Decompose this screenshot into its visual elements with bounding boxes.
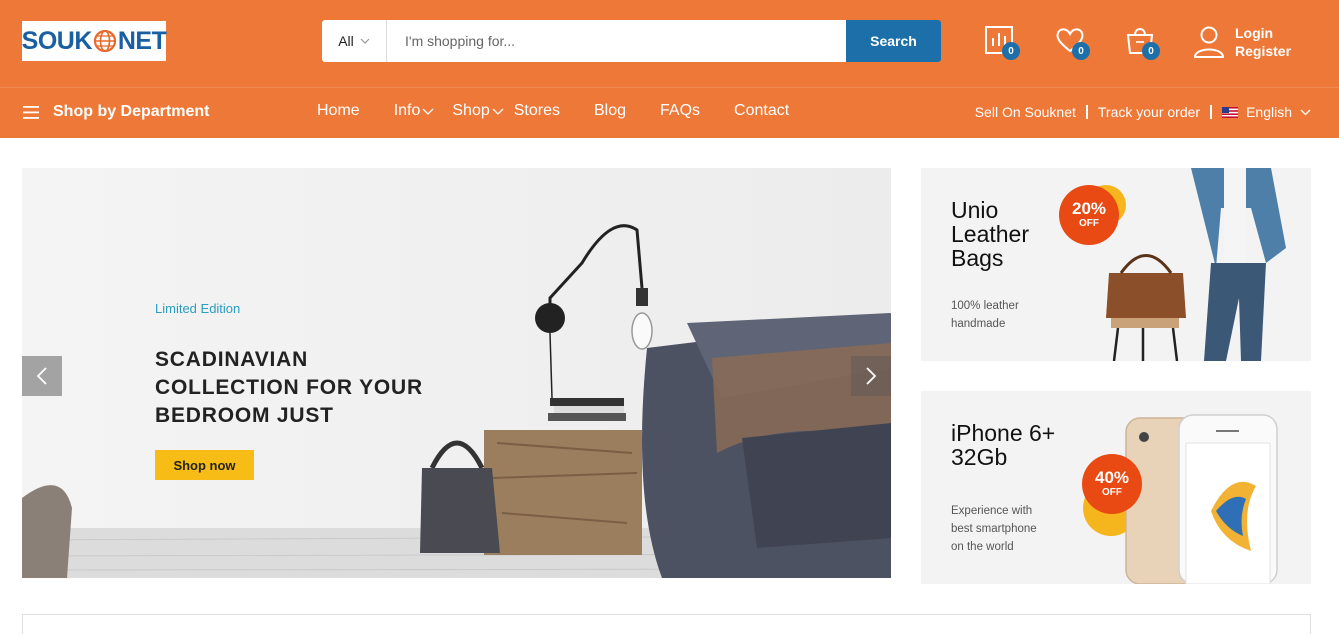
cart-count-badge: 0 xyxy=(1142,42,1160,60)
hero-title-line: SCADINAVIAN xyxy=(155,348,309,371)
utility-links: Sell On Souknet Track your order English xyxy=(975,104,1311,120)
banner-title-line: Unio xyxy=(951,197,999,223)
chevron-left-icon xyxy=(36,367,47,385)
content-section-frame xyxy=(22,614,1311,634)
banner-title: Unio Leather Bags xyxy=(951,198,1029,270)
banner-subtitle-line: on the world xyxy=(951,541,1014,553)
hero-title-line: BEDROOM JUST xyxy=(155,404,334,427)
nav-contact-label: Contact xyxy=(734,102,790,119)
discount-off: OFF xyxy=(1102,487,1122,498)
language-select[interactable]: English xyxy=(1246,104,1292,120)
department-label: Shop by Department xyxy=(53,103,210,120)
globe-icon xyxy=(93,29,116,53)
banner-subtitle-line: Experience with xyxy=(951,505,1033,517)
hero-image xyxy=(22,168,891,578)
compare-button[interactable]: 0 xyxy=(984,24,1020,60)
user-icon xyxy=(1193,26,1225,58)
banner-title-line: Bags xyxy=(951,245,1004,271)
nav-blog-label: Blog xyxy=(594,102,627,119)
search-category-label: All xyxy=(338,33,354,49)
nav-blog[interactable]: Blog xyxy=(594,102,626,120)
account-links: Login Register xyxy=(1193,24,1291,60)
site-logo[interactable]: SOUK NET xyxy=(21,21,167,61)
register-link[interactable]: Register xyxy=(1235,42,1291,60)
slider-next-button[interactable] xyxy=(851,356,891,396)
nav-shop[interactable]: Shop xyxy=(452,102,504,120)
chevron-down-icon xyxy=(1300,109,1311,115)
wishlist-button[interactable]: 0 xyxy=(1054,24,1090,60)
chevron-right-icon xyxy=(866,367,877,385)
nav-info-label: Info xyxy=(393,102,421,119)
banner-subtitle-line: 100% leather xyxy=(951,300,1019,312)
discount-badge: 40% OFF xyxy=(1082,454,1142,514)
discount-badge: 20% OFF xyxy=(1059,185,1119,245)
shop-by-department-button[interactable]: Shop by Department xyxy=(23,103,209,121)
nav-stores[interactable]: Stores xyxy=(514,102,560,120)
search-bar: All Search xyxy=(322,20,941,62)
nav-contact[interactable]: Contact xyxy=(734,102,789,120)
search-category-select[interactable]: All xyxy=(322,20,387,62)
hero-title: SCADINAVIAN COLLECTION FOR YOUR BEDROOM … xyxy=(155,346,423,430)
divider xyxy=(1085,105,1088,119)
chevron-down-icon xyxy=(360,38,370,44)
sell-link[interactable]: Sell On Souknet xyxy=(975,104,1076,120)
chevron-down-icon xyxy=(492,108,504,115)
hamburger-icon xyxy=(23,105,39,119)
banner-subtitle-line: handmade xyxy=(951,318,1006,330)
banner-title-line: iPhone 6+ xyxy=(951,420,1056,446)
compare-count-badge: 0 xyxy=(1002,42,1020,60)
hero-tag: Limited Edition xyxy=(155,301,241,316)
nav-info[interactable]: Info xyxy=(394,102,435,120)
divider xyxy=(1210,105,1213,119)
wishlist-count-badge: 0 xyxy=(1072,42,1090,60)
track-order-link[interactable]: Track your order xyxy=(1098,104,1200,120)
main-menu: Home Info Shop Stores Blog FAQs Contact xyxy=(317,102,823,120)
nav-home-label: Home xyxy=(317,102,360,119)
nav-home[interactable]: Home xyxy=(317,102,360,120)
nav-faqs[interactable]: FAQs xyxy=(660,102,700,120)
logo-text-right: NET xyxy=(117,26,167,55)
shop-now-button[interactable]: Shop now xyxy=(155,450,254,480)
logo-text-left: SOUK xyxy=(21,26,93,55)
us-flag-icon xyxy=(1222,106,1239,118)
nav-shop-label: Shop xyxy=(452,102,490,119)
banner-subtitle: Experience with best smartphone on the w… xyxy=(951,502,1037,556)
nav-faqs-label: FAQs xyxy=(660,102,701,119)
discount-percent: 20% xyxy=(1071,199,1107,218)
nav-stores-label: Stores xyxy=(513,102,560,119)
slider-prev-button[interactable] xyxy=(22,356,62,396)
search-button[interactable]: Search xyxy=(846,20,941,62)
promo-banner-bags[interactable]: Unio Leather Bags 100% leather handmade … xyxy=(921,168,1311,361)
search-input[interactable] xyxy=(387,20,846,62)
cart-button[interactable]: 0 xyxy=(1124,24,1160,60)
banner-title-line: Leather xyxy=(951,221,1030,247)
discount-off: OFF xyxy=(1079,218,1099,229)
promo-banner-iphone[interactable]: iPhone 6+ 32Gb Experience with best smar… xyxy=(921,391,1311,584)
banner-title: iPhone 6+ 32Gb xyxy=(951,421,1055,469)
banner-subtitle-line: best smartphone xyxy=(951,523,1037,535)
banner-title-line: 32Gb xyxy=(951,444,1008,470)
hero-title-line: COLLECTION FOR YOUR xyxy=(155,376,423,399)
chevron-down-icon xyxy=(422,108,434,115)
hero-slider: Limited Edition SCADINAVIAN COLLECTION F… xyxy=(22,168,891,578)
login-link[interactable]: Login xyxy=(1235,24,1291,42)
banner-subtitle: 100% leather handmade xyxy=(951,297,1019,333)
discount-percent: 40% xyxy=(1094,468,1130,487)
